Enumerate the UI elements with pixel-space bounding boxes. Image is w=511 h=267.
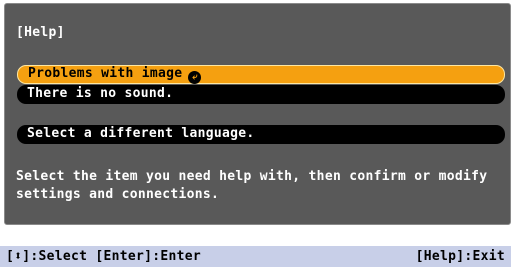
menu-item-no-sound[interactable]: There is no sound. [17, 85, 505, 104]
enter-return-icon: ⤶ [188, 71, 202, 84]
status-bar: [⬍]:Select [Enter]:Enter [Help]:Exit [0, 246, 511, 267]
help-description: Select the item you need help with, then… [16, 168, 504, 204]
status-hint-exit: [Help]:Exit [415, 249, 505, 264]
panel-title: [Help] [16, 25, 65, 40]
menu-item-problems-with-image[interactable]: Problems with image ⤶ [17, 65, 505, 84]
menu-item-select-language[interactable]: Select a different language. [17, 125, 505, 144]
projector-help-screen: [Help] Problems with image ⤶ There is no … [0, 0, 511, 267]
menu-item-label: There is no sound. [27, 86, 174, 101]
status-hint-select-enter: [⬍]:Select [Enter]:Enter [6, 249, 202, 264]
description-line-2: settings and connections. [16, 187, 220, 202]
menu-item-label: Problems with image [28, 66, 183, 81]
help-panel: [Help] Problems with image ⤶ There is no … [4, 3, 511, 225]
description-line-1: Select the item you need help with, then… [16, 169, 488, 184]
menu-item-label: Select a different language. [27, 126, 255, 141]
